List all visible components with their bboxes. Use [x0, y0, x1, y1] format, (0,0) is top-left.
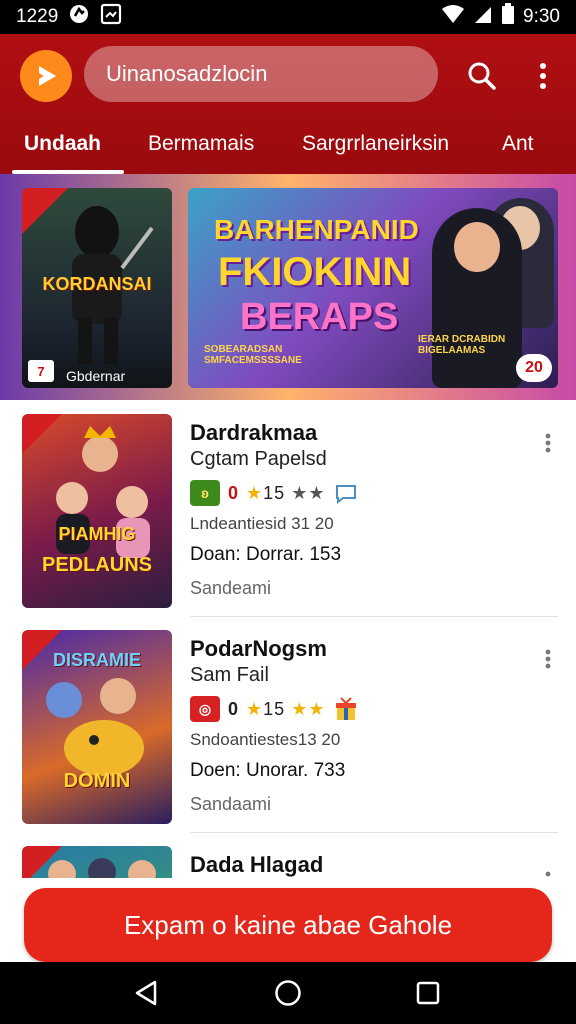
app-thumb-label-top: PIAMHIG — [58, 524, 136, 544]
sync-icon — [68, 3, 90, 31]
primary-action-button[interactable]: Expam o kaine abae Gahole — [24, 888, 552, 962]
app-thumbnail — [22, 846, 172, 880]
status-left: 1229 — [16, 3, 122, 31]
app-rating-prefix: 0 — [228, 482, 239, 503]
featured-small-subtitle: Gbdernar — [66, 368, 126, 384]
app-thumbnail: DISRAMIE DOMIN — [22, 630, 172, 824]
app-meta: ʚ 0 ★15 ★★ — [190, 480, 359, 506]
more-options-button[interactable] — [528, 56, 558, 96]
signal-icon — [473, 4, 493, 30]
nav-back-button[interactable] — [126, 976, 166, 1010]
tab-0[interactable]: Undaah — [24, 132, 101, 156]
cta-container: Expam o kaine abae Gahole — [0, 878, 576, 962]
wifi-icon — [441, 4, 465, 30]
app-developer: Cgtam Papelsd — [190, 448, 327, 470]
featured-large-footer-right: IERAR DCRABIDN BIGELAAMAS — [418, 334, 506, 356]
battery-icon — [501, 3, 515, 31]
nav-home-button[interactable] — [268, 976, 308, 1010]
list-item[interactable]: PIAMHIG PEDLAUNS Dardrakmaa Cgtam Papels… — [0, 400, 576, 617]
more-vert-icon — [545, 433, 551, 453]
status-bar: 1229 9:30 — [0, 0, 576, 34]
search-icon — [468, 62, 496, 90]
featured-small-badge: 7 — [28, 360, 54, 382]
featured-large-footer-left: SOBEARADSAN SMFACEMSSSSANE — [204, 344, 302, 366]
recents-square-icon — [416, 981, 440, 1005]
app-downloads: Doan: Dorrar. 153 — [190, 544, 342, 565]
gift-icon — [336, 697, 357, 720]
app-size: Lndeantiesid 31 20 — [190, 514, 334, 533]
featured-banners: KORDANSAI 7 Gbdernar BARHENPANID FKIOKIN… — [0, 174, 576, 400]
app-rating: 15 — [263, 698, 286, 719]
app-list: PIAMHIG PEDLAUNS Dardrakmaa Cgtam Papels… — [0, 400, 576, 880]
rating-stars: ★15 ★★ — [246, 482, 326, 503]
featured-game-large[interactable]: BARHENPANID FKIOKINN BERAPS SOBEARADSAN … — [188, 188, 558, 388]
home-circle-icon — [275, 980, 301, 1006]
app-name: Dardrakmaa — [190, 420, 318, 445]
nav-recents-button[interactable] — [408, 976, 448, 1010]
app-downloads: Doen: Unorar. 733 — [190, 760, 346, 781]
app-developer: Sam Fail — [190, 664, 269, 686]
search-button[interactable] — [462, 56, 502, 96]
category-tabs: Undaah Bermamais Sargrrlaneirksin Ant — [0, 122, 576, 174]
list-item[interactable]: DISRAMIE DOMIN PodarNogsm Sam Fail ◎ 0 ★… — [0, 616, 576, 833]
back-triangle-icon — [135, 980, 157, 1006]
tab-1[interactable]: Bermamais — [148, 132, 254, 156]
app-name: Dada Hlagad — [190, 852, 324, 877]
status-time-left: 1229 — [16, 6, 59, 27]
list-item[interactable]: Dada Hlagad — [0, 832, 576, 880]
featured-large-line1: BARHENPANID — [214, 214, 419, 245]
item-more-button[interactable] — [538, 428, 558, 458]
screenshot-icon — [100, 3, 122, 31]
tab-3[interactable]: Ant — [502, 132, 534, 156]
more-vert-icon — [545, 649, 551, 669]
featured-game-small[interactable]: KORDANSAI 7 Gbdernar — [22, 188, 172, 388]
item-more-button[interactable] — [538, 644, 558, 674]
tab-2[interactable]: Sargrrlaneirksin — [302, 132, 449, 156]
app-bar: Uinanosadzlocin Undaah Bermamais Sargrrl… — [0, 34, 576, 174]
app-rating-prefix: 0 — [228, 698, 239, 719]
featured-large-line2: FKIOKINN — [218, 250, 412, 294]
app-thumbnail: PIAMHIG PEDLAUNS — [22, 414, 172, 608]
app-logo[interactable] — [20, 50, 72, 102]
status-time-right: 9:30 — [523, 6, 560, 27]
more-vert-icon — [540, 63, 546, 89]
featured-large-line3: BERAPS — [240, 296, 399, 338]
app-rating: 15 — [263, 482, 286, 503]
speech-bubble-icon — [336, 485, 357, 504]
system-nav-bar — [0, 962, 576, 1024]
featured-small-title: KORDANSAI — [42, 274, 152, 294]
app-meta: ◎ 0 ★15 ★★ — [190, 696, 359, 722]
rating-stars: ★15 ★★ — [246, 698, 326, 719]
app-category: Sandeami — [190, 578, 272, 598]
characters-artwork — [48, 858, 156, 880]
app-thumb-label: DOMIN — [63, 770, 131, 792]
search-text: Uinanosadzlocin — [106, 61, 268, 86]
app-badge-icon: ◎ — [190, 696, 220, 722]
featured-large-badge: 20 — [516, 354, 552, 382]
app-thumb-label-top: DISRAMIE — [52, 650, 141, 670]
app-badge-icon: ʚ — [190, 480, 220, 506]
app-thumb-label: PEDLAUNS — [41, 554, 152, 576]
app-category: Sandaami — [190, 794, 272, 814]
play-logo-icon — [34, 66, 56, 86]
corner-ribbon — [22, 414, 62, 454]
status-right: 9:30 — [441, 3, 560, 31]
character-artwork-1 — [432, 208, 522, 388]
search-field[interactable]: Uinanosadzlocin — [84, 46, 438, 102]
app-name: PodarNogsm — [190, 636, 327, 661]
app-size: Sndoantiestes13 20 — [190, 730, 341, 749]
